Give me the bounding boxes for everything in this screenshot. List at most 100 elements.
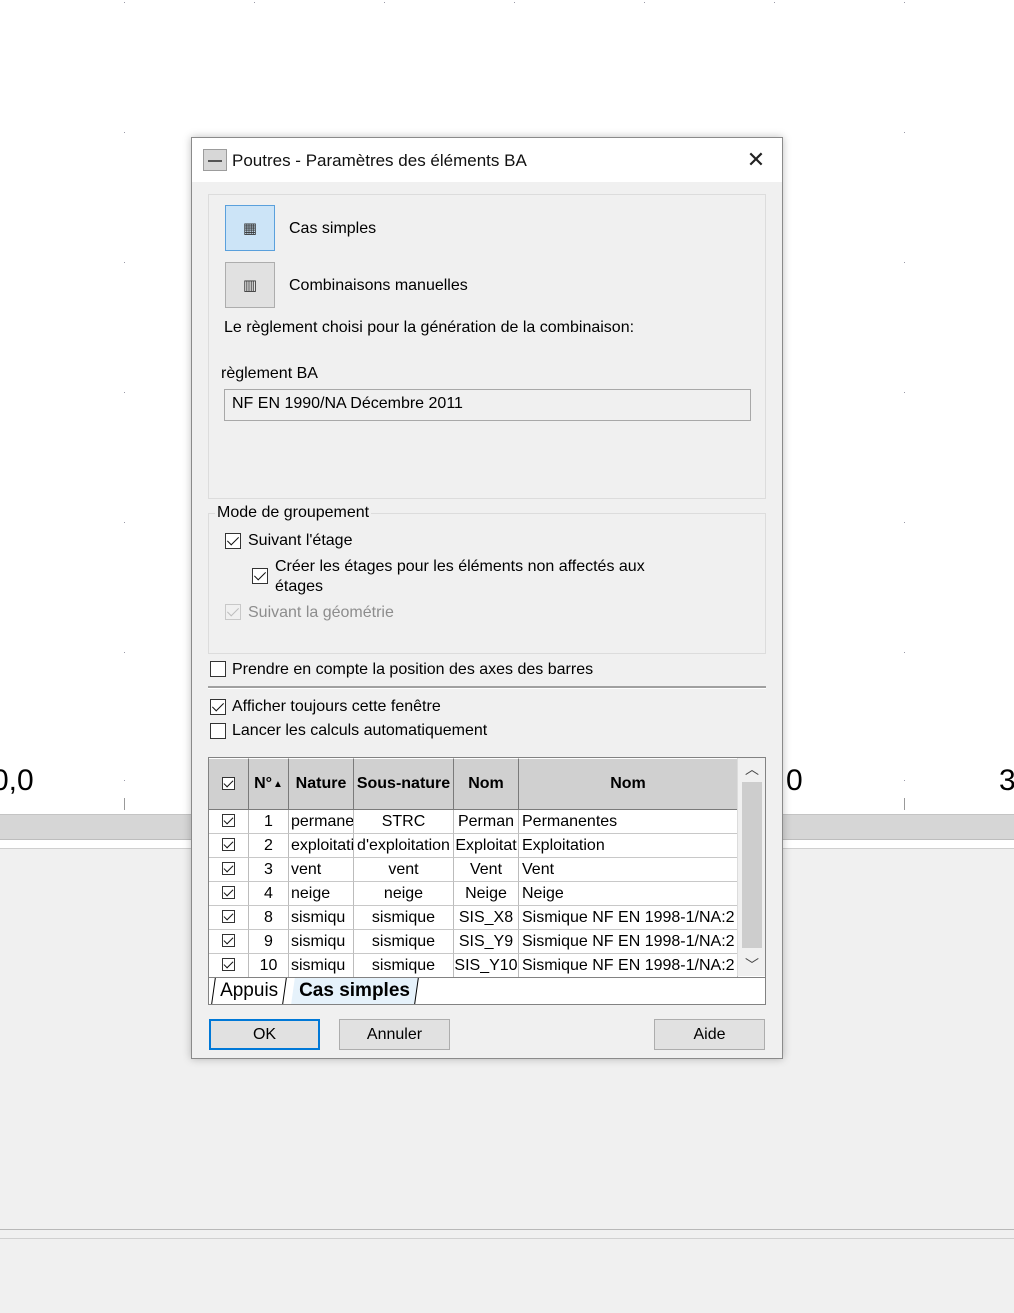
table-row[interactable]: 4 neige neige Neige Neige (209, 882, 738, 906)
cell-nom: SIS_Y10 (454, 954, 519, 978)
help-button[interactable]: Aide (654, 1019, 765, 1050)
dialog-titlebar[interactable]: Poutres - Paramètres des éléments BA ✕ (192, 138, 782, 182)
select-all-checkbox[interactable] (222, 777, 235, 790)
cell-nom-full: Sismique NF EN 1998-1/NA:2 (519, 930, 738, 954)
auto-calc-checkbox[interactable] (210, 723, 226, 739)
row-select-cell[interactable] (209, 882, 249, 906)
cell-nom: Perman (454, 810, 519, 834)
cell-sous-nature: d'exploitation (354, 834, 454, 858)
header-number[interactable]: N° ▲ (249, 758, 289, 810)
auto-calc-label: Lancer les calculs automatiquement (232, 722, 488, 739)
create-floors-label: Créer les étages pour les éléments non a… (275, 558, 645, 575)
cell-nom: Neige (454, 882, 519, 906)
combination-panel: ▦ Cas simples ▥ Combinaisons manuelles L… (208, 194, 766, 499)
cell-number: 9 (249, 930, 289, 954)
manual-combinations-label: Combinaisons manuelles (289, 277, 468, 294)
cell-nature: sismiqu (289, 906, 354, 930)
scrollbar-thumb[interactable] (742, 782, 762, 948)
cell-sous-nature: STRC (354, 810, 454, 834)
cell-nature: sismiqu (289, 954, 354, 978)
simple-cases-label: Cas simples (289, 220, 377, 237)
simple-cases-button[interactable]: ▦ (225, 205, 275, 251)
regulation-intro: Le règlement choisi pour la génération d… (224, 319, 635, 336)
tab-cas-simples[interactable]: Cas simples (291, 978, 419, 1004)
scroll-up-icon[interactable]: ︿ (738, 758, 765, 780)
cell-nom-full: Exploitation (519, 834, 738, 858)
cell-sous-nature: sismique (354, 930, 454, 954)
load-cases-table: N° ▲ Nature Sous-nature Nom Nom 1 permane S… (208, 757, 766, 1005)
cell-nom: Exploitat (454, 834, 519, 858)
regulation-label: règlement BA (221, 365, 318, 382)
axis-label-right: 3 (999, 764, 1014, 797)
cell-number: 10 (249, 954, 289, 978)
regulation-field: NF EN 1990/NA Décembre 2011 (224, 389, 751, 421)
cell-nom-full: Vent (519, 858, 738, 882)
parameters-dialog: Poutres - Paramètres des éléments BA ✕ ▦… (191, 137, 783, 1059)
table-row[interactable]: 10 sismiqu sismique SIS_Y10 Sismique NF EN 1… (209, 954, 738, 978)
always-show-checkbox[interactable] (210, 699, 226, 715)
row-select-cell[interactable] (209, 906, 249, 930)
row-checkbox[interactable] (222, 958, 235, 971)
sort-ascending-icon: ▲ (273, 778, 283, 790)
close-button[interactable]: ✕ (740, 146, 772, 174)
manual-combinations-button[interactable]: ▥ (225, 262, 275, 308)
header-nom[interactable]: Nom (454, 758, 519, 810)
cell-nature: neige (289, 882, 354, 906)
row-checkbox[interactable] (222, 862, 235, 875)
load-case-icon: ▦ (242, 220, 258, 237)
by-geometry-checkbox (225, 604, 241, 620)
row-select-cell[interactable] (209, 858, 249, 882)
axis-position-checkbox[interactable] (210, 661, 226, 677)
select-all-header[interactable] (209, 758, 249, 810)
row-select-cell[interactable] (209, 930, 249, 954)
row-checkbox[interactable] (222, 910, 235, 923)
cell-sous-nature: vent (354, 858, 454, 882)
cell-nom-full: Neige (519, 882, 738, 906)
table-header: N° ▲ Nature Sous-nature Nom Nom (209, 758, 738, 810)
cell-sous-nature: sismique (354, 954, 454, 978)
tab-appuis[interactable]: Appuis (211, 978, 287, 1004)
scroll-down-icon[interactable]: ﹀ (738, 954, 765, 976)
cell-nom: SIS_Y9 (454, 930, 519, 954)
create-floors-checkbox[interactable] (252, 568, 268, 584)
tab-cas-simples-label: Cas simples (299, 980, 410, 1001)
header-number-label: N° (254, 775, 273, 792)
table-vertical-scrollbar[interactable]: ︿ ﹀ (737, 758, 765, 976)
cell-nature: sismiqu (289, 930, 354, 954)
row-checkbox[interactable] (222, 886, 235, 899)
header-nom-full[interactable]: Nom (519, 758, 738, 810)
cell-nom-full: Sismique NF EN 1998-1/NA:2 (519, 954, 738, 978)
table-tabs: Appuis Cas simples (209, 977, 765, 1004)
row-select-cell[interactable] (209, 810, 249, 834)
cell-nom: SIS_X8 (454, 906, 519, 930)
dialog-title: Poutres - Paramètres des éléments BA (232, 151, 527, 170)
row-checkbox[interactable] (222, 814, 235, 827)
axis-label-mid: 0 (786, 764, 803, 797)
header-nature[interactable]: Nature (289, 758, 354, 810)
cell-nom-full: Sismique NF EN 1998-1/NA:2 (519, 906, 738, 930)
table-row[interactable]: 8 sismiqu sismique SIS_X8 Sismique NF EN 199… (209, 906, 738, 930)
cell-sous-nature: sismique (354, 906, 454, 930)
row-select-cell[interactable] (209, 954, 249, 978)
separator (208, 686, 766, 689)
cell-number: 3 (249, 858, 289, 882)
tab-appuis-label: Appuis (220, 980, 279, 1001)
cancel-button[interactable]: Annuler (339, 1019, 450, 1050)
row-select-cell[interactable] (209, 834, 249, 858)
row-checkbox[interactable] (222, 934, 235, 947)
by-floor-checkbox[interactable] (225, 533, 241, 549)
by-floor-label: Suivant l'étage (248, 532, 353, 549)
table-row[interactable]: 1 permane STRC Perman Permanentes (209, 810, 738, 834)
create-floors-label-cont: étages (275, 578, 324, 595)
row-checkbox[interactable] (222, 838, 235, 851)
header-sous-nature[interactable]: Sous-nature (354, 758, 454, 810)
axis-position-label: Prendre en compte la position des axes d… (232, 661, 594, 678)
table-row[interactable]: 2 exploitati d'exploitation Exploitat Exploi… (209, 834, 738, 858)
grouping-mode-legend: Mode de groupement (217, 504, 370, 521)
beam-icon (203, 149, 227, 171)
table-row[interactable]: 3 vent vent Vent Vent (209, 858, 738, 882)
table-row[interactable]: 9 sismiqu sismique SIS_Y9 Sismique NF EN 199… (209, 930, 738, 954)
always-show-label: Afficher toujours cette fenêtre (232, 698, 441, 715)
ok-button[interactable]: OK (209, 1019, 320, 1050)
cell-number: 1 (249, 810, 289, 834)
